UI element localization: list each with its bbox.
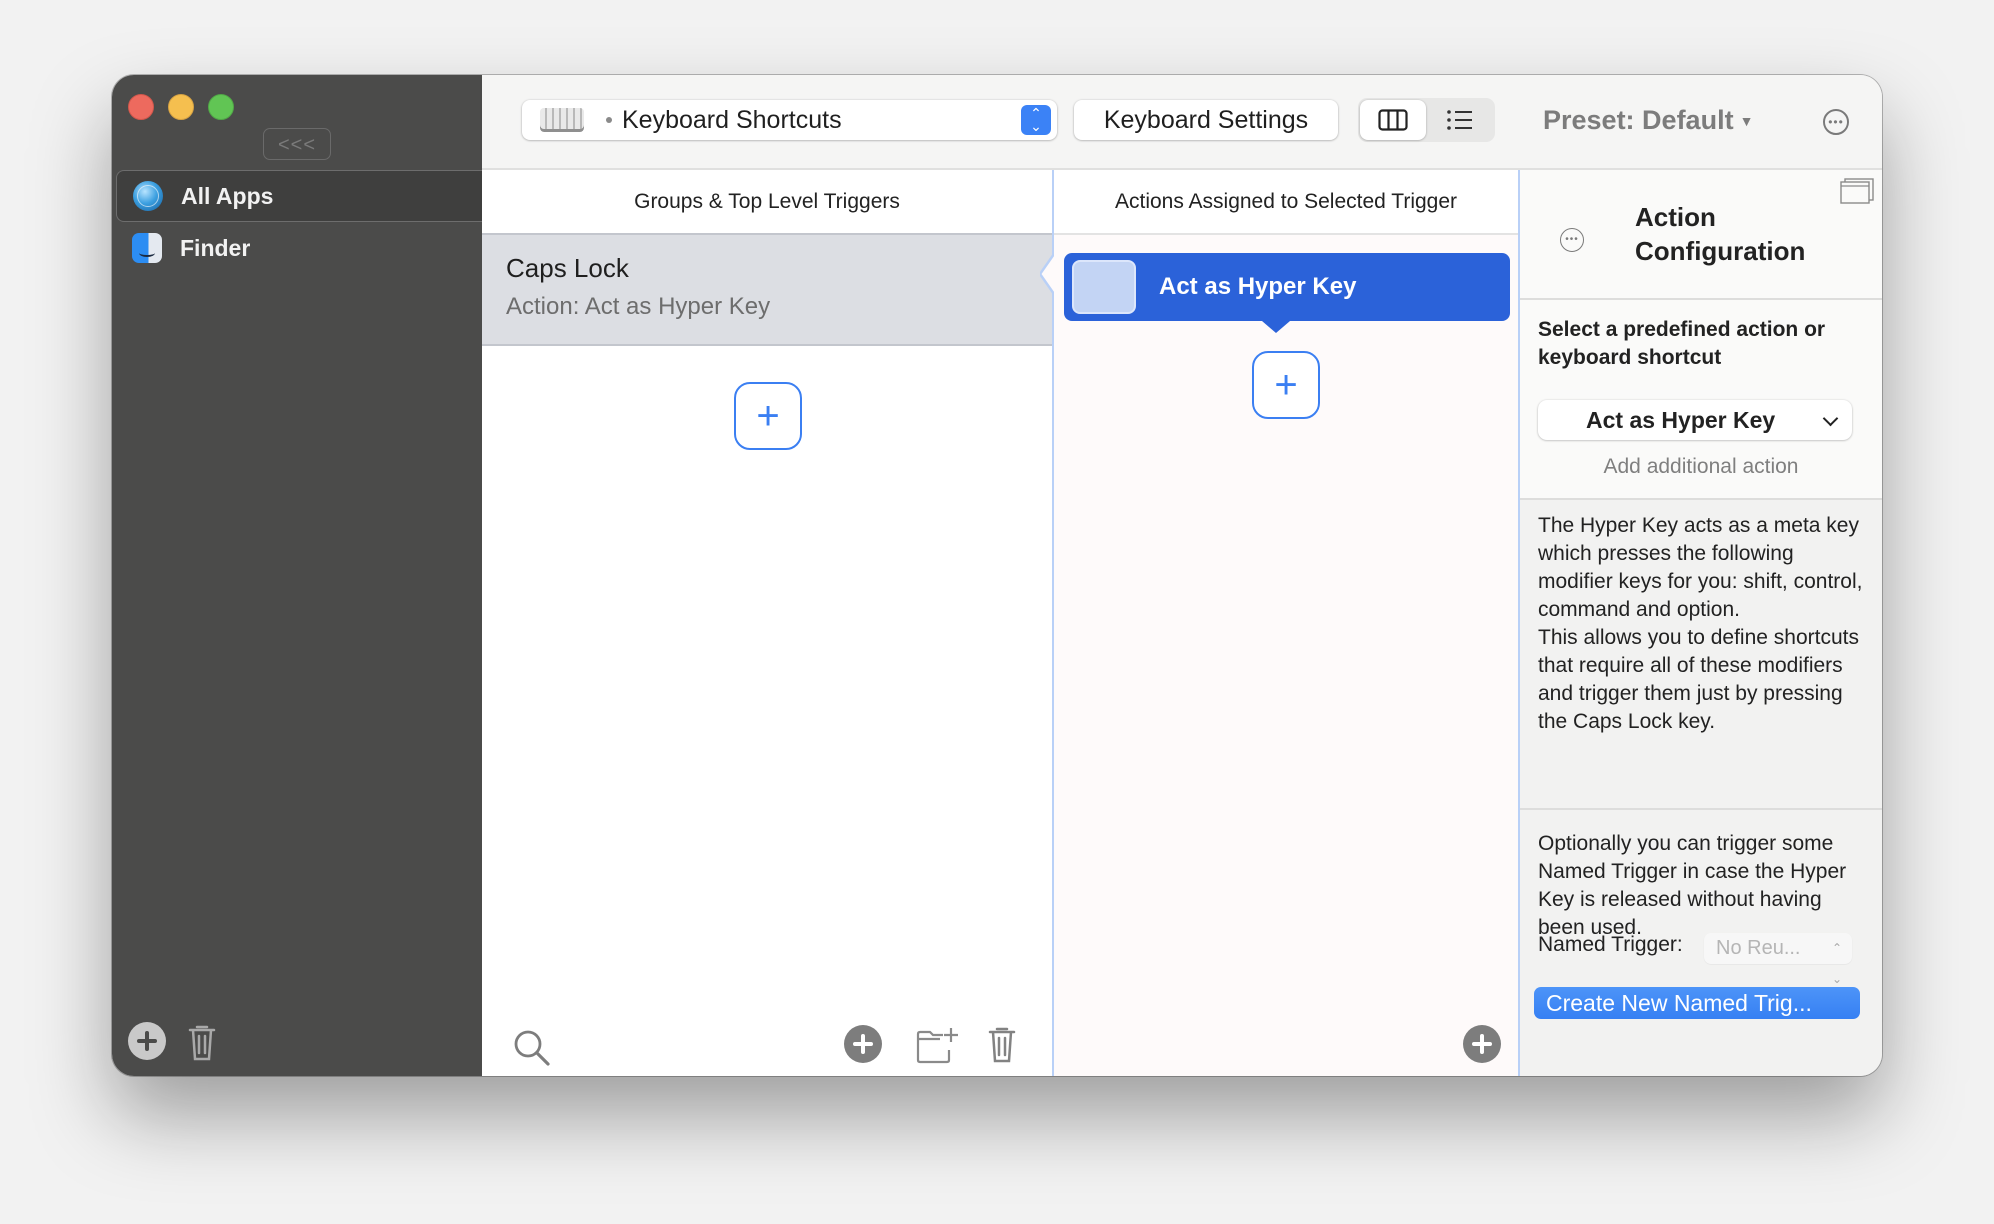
delete-app-button[interactable]	[188, 1023, 216, 1061]
preset-selector[interactable]: Preset: Default ▼	[1543, 105, 1753, 136]
config-title-line2: Configuration	[1635, 236, 1806, 266]
actions-column: Actions Assigned to Selected Trigger Act…	[1040, 170, 1583, 1076]
plus-icon: +	[1274, 363, 1298, 407]
sidebar-item-finder[interactable]: Finder	[116, 222, 482, 274]
trigger-type-popup[interactable]: Keyboard Shortcuts ⌃ ⌄	[522, 100, 1057, 140]
preset-label: Preset: Default	[1543, 105, 1734, 135]
columns-view-button[interactable]	[1360, 100, 1426, 140]
optional-named-trigger-text: Optionally you can trigger some Named Tr…	[1538, 832, 1847, 939]
named-trigger-popup[interactable]: No Reu... ⌃ ⌄	[1704, 933, 1852, 986]
add-trigger-footer-button[interactable]	[844, 1025, 882, 1063]
globe-icon	[133, 181, 163, 211]
triggers-column-header: Groups & Top Level Triggers	[482, 170, 1052, 235]
config-title: Action Configuration	[1635, 200, 1805, 268]
chevron-up-down-icon: ⌃ ⌄	[1831, 941, 1842, 986]
trigger-subtitle: Action: Act as Hyper Key	[506, 293, 771, 320]
hyper-key-description: The Hyper Key acts as a meta key which p…	[1538, 512, 1874, 736]
description-text: The Hyper Key acts as a meta key which p…	[1538, 514, 1863, 621]
chevron-down-icon	[1822, 410, 1839, 427]
list-icon	[1447, 110, 1472, 130]
create-named-trigger-button[interactable]: Create New Named Trig...	[1534, 987, 1860, 1019]
add-action-footer-button[interactable]	[1463, 1025, 1501, 1063]
more-options-icon[interactable]: •••	[1823, 109, 1849, 135]
action-label: Act as Hyper Key	[1159, 273, 1357, 300]
folder-plus-icon	[916, 1028, 958, 1064]
finder-icon	[132, 233, 162, 263]
add-additional-action-link[interactable]: Add additional action	[1520, 455, 1882, 479]
actions-footer	[1054, 1012, 1583, 1076]
trash-icon	[988, 1027, 1016, 1063]
columns-icon	[1378, 109, 1408, 131]
sidebar-item-label: Finder	[180, 234, 251, 261]
sidebar-item-all-apps[interactable]: All Apps	[116, 170, 482, 222]
action-select-section: Select a predefined action or keyboard s…	[1520, 300, 1882, 500]
sidebar-item-label: All Apps	[181, 182, 274, 209]
caret-down-icon: ▼	[1739, 113, 1754, 129]
config-title-line1: Action	[1635, 202, 1716, 232]
trigger-row-caps-lock[interactable]: Caps Lock Action: Act as Hyper Key	[482, 233, 1052, 346]
config-options-icon[interactable]: •••	[1560, 228, 1584, 252]
add-action-button[interactable]: +	[1252, 351, 1320, 419]
description-section: The Hyper Key acts as a meta key which p…	[1520, 500, 1882, 810]
plus-icon: +	[756, 394, 780, 438]
close-window-button[interactable]	[128, 94, 154, 120]
new-group-button[interactable]	[916, 1026, 962, 1069]
actions-column-header: Actions Assigned to Selected Trigger	[1054, 170, 1518, 235]
add-app-button[interactable]	[128, 1022, 166, 1060]
selected-action-label: Act as Hyper Key	[1586, 407, 1776, 433]
trigger-type-label: Keyboard Shortcuts	[622, 105, 842, 134]
description-text-2: This allows you to define shortcuts that…	[1538, 626, 1859, 733]
sidebar: <<< All Apps Finder	[112, 75, 482, 1076]
trigger-title: Caps Lock	[506, 253, 629, 283]
keyboard-icon	[540, 108, 584, 132]
toolbar: Keyboard Shortcuts ⌃ ⌄ Keyboard Settings …	[482, 75, 1882, 170]
search-button[interactable]	[512, 1028, 552, 1073]
bullet-dot	[606, 117, 612, 123]
triggers-footer	[482, 1012, 1052, 1076]
trash-icon	[188, 1025, 216, 1061]
delete-trigger-button[interactable]	[988, 1025, 1016, 1068]
minimize-window-button[interactable]	[168, 94, 194, 120]
search-icon	[514, 1030, 550, 1066]
list-view-button[interactable]	[1427, 100, 1493, 140]
view-mode-segmented-control	[1358, 98, 1495, 142]
zoom-window-button[interactable]	[208, 94, 234, 120]
collapse-sidebar-button[interactable]: <<<	[263, 128, 331, 160]
predefined-action-dropdown[interactable]: Act as Hyper Key	[1538, 400, 1852, 440]
add-trigger-button[interactable]: +	[734, 382, 802, 450]
action-item-act-as-hyper-key[interactable]: Act as Hyper Key	[1064, 253, 1510, 333]
chevron-up-down-icon: ⌃ ⌄	[1021, 105, 1051, 135]
config-header: ••• Action Configuration	[1520, 170, 1882, 300]
actions-list: Act as Hyper Key +	[1054, 235, 1518, 1076]
detach-window-icon[interactable]	[1840, 178, 1874, 204]
action-icon-placeholder	[1072, 260, 1136, 314]
named-trigger-label: Named Trigger:	[1538, 933, 1683, 956]
sidebar-footer	[128, 1022, 216, 1061]
keyboard-settings-button[interactable]: Keyboard Settings	[1074, 100, 1338, 140]
app-window: <<< All Apps Finder Keyboard Shortcuts ⌃…	[112, 75, 1882, 1076]
named-trigger-value: No Reu...	[1716, 937, 1801, 959]
select-action-heading: Select a predefined action or keyboard s…	[1538, 318, 1826, 369]
action-configuration-panel: ••• Action Configuration Select a predefi…	[1520, 170, 1882, 1076]
triggers-column: Groups & Top Level Triggers Caps Lock Ac…	[482, 170, 1052, 1076]
